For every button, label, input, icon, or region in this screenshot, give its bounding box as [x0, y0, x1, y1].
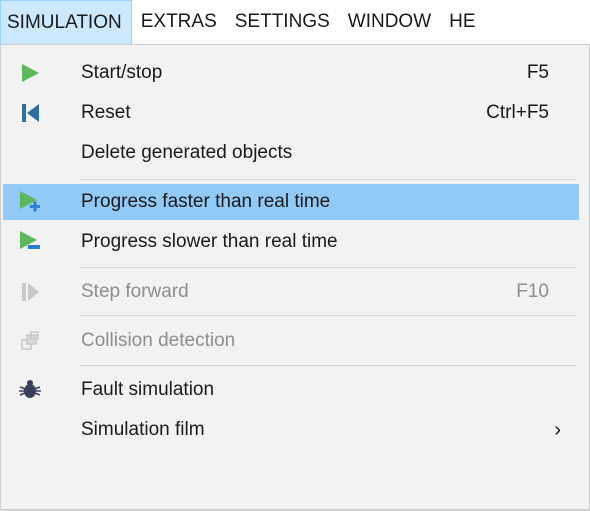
menu-item-label: Progress faster than real time [81, 191, 331, 212]
play-icon [9, 55, 51, 91]
menu-settings[interactable]: SETTINGS [226, 0, 339, 44]
menu-window[interactable]: WINDOW [339, 0, 440, 44]
menu-item-step-forward[interactable]: Step forward F10 [3, 274, 579, 310]
menu-item-fault-simulation[interactable]: Fault simulation [3, 372, 579, 408]
menu-item-label: Collision detection [81, 330, 236, 351]
app-window: SIMULATION EXTRAS SETTINGS WINDOW HE Sta… [0, 0, 590, 511]
collision-icon [9, 323, 51, 359]
menu-item-start-stop[interactable]: Start/stop F5 [3, 55, 579, 91]
menu-item-label: Reset [81, 102, 131, 123]
play-minus-icon [9, 224, 51, 260]
menu-extras[interactable]: EXTRAS [132, 0, 226, 44]
step-forward-icon [9, 274, 51, 310]
bug-icon [9, 372, 51, 408]
menu-separator [79, 315, 577, 316]
menu-item-progress-slower[interactable]: Progress slower than real time [3, 224, 579, 260]
menu-item-delete-generated-objects[interactable]: Delete generated objects [3, 135, 579, 171]
menu-separator [79, 365, 577, 366]
menu-item-label: Step forward [81, 281, 189, 302]
menu-separator [79, 179, 577, 180]
menu-item-label: Fault simulation [81, 379, 215, 400]
menu-item-shortcut: F5 [526, 62, 549, 83]
menu-item-label: Progress slower than real time [81, 231, 338, 252]
menu-item-progress-faster[interactable]: Progress faster than real time [3, 184, 579, 220]
menu-item-collision-detection[interactable]: Collision detection [3, 323, 579, 359]
menu-simulation[interactable]: SIMULATION [0, 0, 132, 44]
menu-separator [79, 267, 577, 268]
menu-item-shortcut: Ctrl+F5 [486, 102, 549, 123]
menu-item-label: Delete generated objects [81, 142, 293, 163]
menu-bar: SIMULATION EXTRAS SETTINGS WINDOW HE [0, 0, 590, 44]
menu-item-reset[interactable]: Reset Ctrl+F5 [3, 95, 579, 131]
menu-item-label: Simulation film [81, 419, 205, 440]
reset-icon [9, 95, 51, 131]
menu-item-label: Start/stop [81, 62, 163, 83]
menu-help[interactable]: HE [440, 0, 484, 44]
simulation-dropdown-menu: Start/stop F5 Reset Ctrl+F5 Delete gener… [0, 44, 590, 510]
menu-item-simulation-film[interactable]: Simulation film › [3, 412, 579, 448]
menu-item-shortcut: F10 [516, 281, 549, 302]
chevron-right-icon: › [554, 418, 561, 441]
play-plus-icon [9, 184, 51, 220]
